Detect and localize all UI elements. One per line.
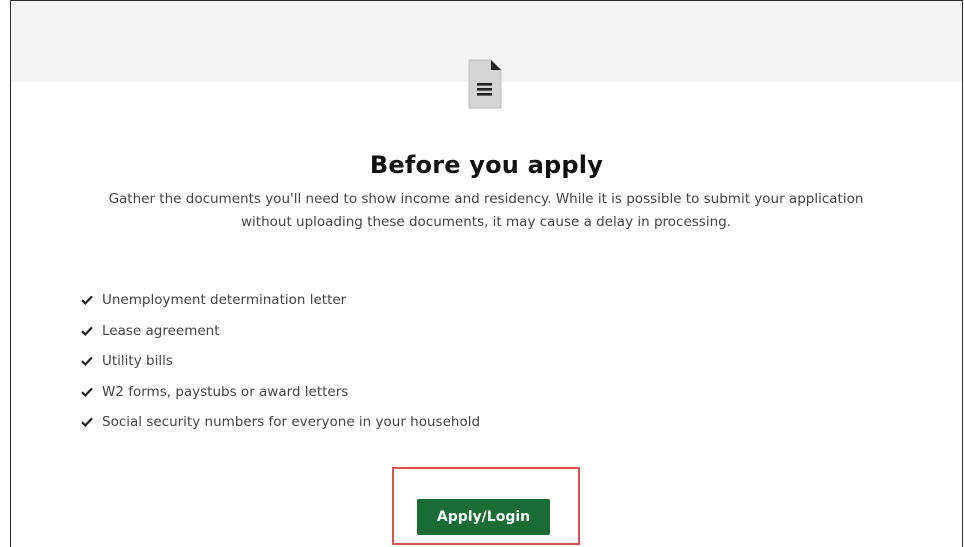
list-item-label: Lease agreement [102,322,220,339]
intro-text: Gather the documents you'll need to show… [108,191,864,230]
checkmark-icon [81,295,93,306]
apply-login-button[interactable]: Apply/Login [417,499,550,535]
document-checklist: Unemployment determination letter Lease … [81,285,480,438]
list-item-label: W2 forms, paystubs or award letters [102,383,349,400]
checkmark-icon [81,417,93,428]
page-title: Before you apply [369,151,604,179]
page-frame: Before you apply Gather the documents yo… [10,0,963,547]
list-item: Social security numbers for everyone in … [81,407,480,438]
document-icon [468,59,502,109]
list-item: Utility bills [81,346,480,377]
list-item-label: Unemployment determination letter [102,292,347,309]
list-item: Unemployment determination letter [81,285,480,316]
checkmark-icon [81,356,93,367]
list-item-label: Utility bills [102,353,173,370]
checkmark-icon [81,387,93,397]
list-item: Lease agreement [81,316,480,347]
checkmark-icon [81,326,93,336]
list-item-label: Social security numbers for everyone in … [102,414,481,431]
list-item: W2 forms, paystubs or award letters [81,377,480,408]
